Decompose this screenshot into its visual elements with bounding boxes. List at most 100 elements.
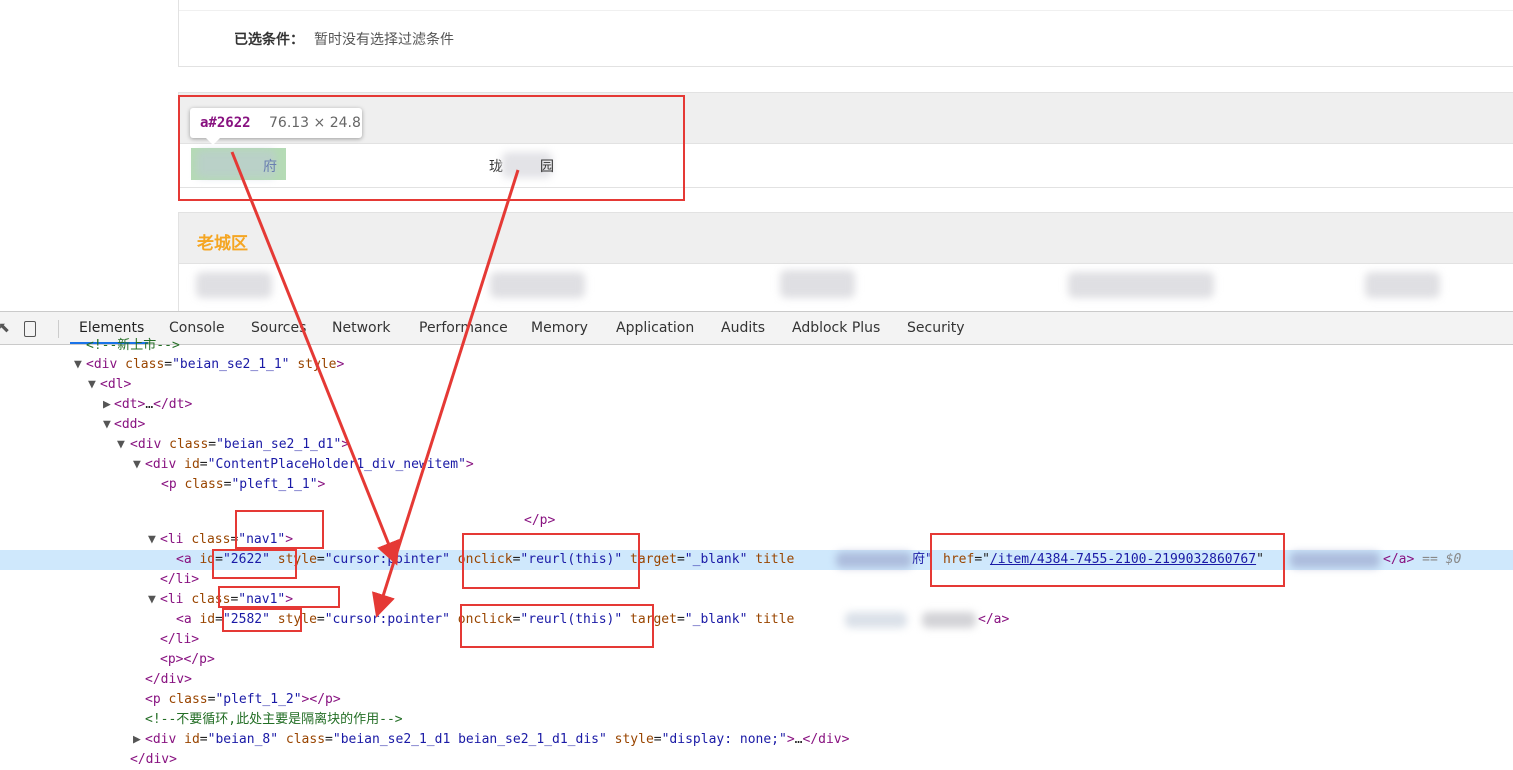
dom-attr: class <box>191 532 231 547</box>
dom-attr: id <box>184 457 200 472</box>
dom-comment: <!--新上市--> <box>86 338 180 353</box>
dom-line[interactable]: </div> <box>0 750 1513 770</box>
dom-line-comment[interactable]: <!--新上市--> <box>0 336 1513 356</box>
tab-performance[interactable]: Performance <box>419 320 508 336</box>
dom-value: "display: none;" <box>661 732 787 747</box>
dom-attr: title <box>755 612 795 627</box>
blurred-text <box>836 552 912 568</box>
dom-value: "beian_8" <box>207 732 279 747</box>
dom-value: "cursor:pointer" <box>324 552 450 567</box>
annotation-box-id <box>222 608 302 632</box>
dom-value: "pleft_1_1" <box>231 477 318 492</box>
dom-tag: li <box>167 592 184 607</box>
dom-tag: </p> <box>524 513 556 528</box>
dom-tag: </div> <box>130 752 177 767</box>
tab-network[interactable]: Network <box>332 320 390 336</box>
expand-triangle-icon[interactable]: ▼ <box>103 415 111 435</box>
filter-label: 已选条件： <box>234 32 304 48</box>
dom-tag: div <box>152 732 177 747</box>
tab-elements[interactable]: Elements <box>79 320 144 336</box>
dom-line[interactable]: ▼ <div class="beian_se2_1_d1"> <box>0 435 1513 455</box>
dom-line[interactable]: </div> <box>0 670 1513 690</box>
expand-triangle-icon[interactable]: ▼ <box>133 455 141 475</box>
blurred-text <box>196 272 272 298</box>
dom-tag: </li> <box>160 572 200 587</box>
dom-line[interactable]: ▼ <dl> <box>0 375 1513 395</box>
dom-line[interactable]: </li> <box>0 630 1513 650</box>
filter-panel: 已选条件： 暂时没有选择过滤条件 <box>178 0 1513 67</box>
dom-attr: class <box>285 732 326 747</box>
tab-application[interactable]: Application <box>616 320 694 336</box>
dom-line[interactable]: ▼ <li class="nav1"> <box>0 530 1513 550</box>
dom-tag: dt <box>168 397 185 412</box>
expand-triangle-icon[interactable]: ▼ <box>117 435 125 455</box>
tab-security[interactable]: Security <box>907 320 965 336</box>
dom-tag: dt <box>121 397 138 412</box>
annotation-box-class <box>235 510 324 549</box>
dom-attr: style <box>614 732 654 747</box>
dom-line[interactable]: </p> <box>0 511 1513 531</box>
blurred-text <box>1365 272 1440 298</box>
dom-tag: </a> <box>1383 552 1415 567</box>
expand-triangle-icon[interactable]: ▼ <box>148 590 156 610</box>
dom-attr: class <box>168 692 208 707</box>
dom-tag: </div> <box>802 732 850 747</box>
blurred-text <box>490 272 585 298</box>
dom-value: "beian_se2_1_d1" <box>216 437 342 452</box>
dom-line[interactable]: ▼ <dd> <box>0 415 1513 435</box>
dom-value: "_blank" <box>684 612 748 627</box>
dom-tag: <p></p> <box>160 652 215 667</box>
dom-tag: dd <box>121 417 138 432</box>
dom-line[interactable]: <p></p> <box>0 650 1513 670</box>
collapse-triangle-icon[interactable]: ▶ <box>103 395 111 415</box>
dom-line[interactable]: <p class="pleft_1_1"> <box>0 475 1513 495</box>
dom-tag: </li> <box>160 632 200 647</box>
dom-tag: p <box>168 477 177 492</box>
tab-console[interactable]: Console <box>169 320 225 336</box>
divider <box>179 10 1513 11</box>
dom-tag: a <box>183 552 192 567</box>
dom-tag: div <box>93 357 118 372</box>
dom-attr: style <box>297 357 337 372</box>
dom-attr: title <box>755 552 795 567</box>
blurred-text <box>1068 272 1214 298</box>
dom-line[interactable]: ▼ <div id="ContentPlaceHolder1_div_newite… <box>0 455 1513 475</box>
expand-triangle-icon[interactable]: ▼ <box>88 375 96 395</box>
dom-value: "ContentPlaceHolder1_div_newitem" <box>207 457 466 472</box>
dom-attr: class <box>125 357 165 372</box>
dom-comment: <!--不要循环,此处主要是隔离块的作用--> <box>145 712 403 727</box>
dom-line[interactable]: <p class="pleft_1_2"></p> <box>0 690 1513 710</box>
dom-attr: class <box>184 477 224 492</box>
dom-line[interactable]: ▶ <dt>…</dt> <box>0 395 1513 415</box>
dom-attr: id <box>199 612 216 627</box>
collapse-triangle-icon[interactable]: ▶ <box>133 730 141 750</box>
dom-value: "pleft_1_2" <box>215 692 302 707</box>
blurred-text <box>845 612 907 628</box>
device-toolbar-icon[interactable] <box>24 321 36 337</box>
inspect-cursor-icon[interactable]: ⬉ <box>0 320 12 336</box>
section-title: 老城区 <box>197 234 248 254</box>
selected-node-marker: == $0 <box>1422 552 1462 567</box>
filter-value: 暂时没有选择过滤条件 <box>314 32 454 48</box>
dom-line[interactable]: ▶ <div id="beian_8" class="beian_se2_1_d1… <box>0 730 1513 750</box>
expand-triangle-icon[interactable]: ▼ <box>148 530 156 550</box>
annotation-box-href <box>930 533 1285 587</box>
dom-tag: a <box>183 612 192 627</box>
dom-tag: div <box>152 457 177 472</box>
annotation-box-onclick <box>460 604 654 648</box>
tab-adblock-plus[interactable]: Adblock Plus <box>792 320 880 336</box>
annotation-box-class <box>218 586 340 608</box>
dom-line[interactable]: ▼ <div class="beian_se2_1_1" style> <box>0 355 1513 375</box>
expand-triangle-icon[interactable]: ▼ <box>74 355 82 375</box>
dom-attr: id <box>184 732 200 747</box>
dom-tag: p <box>152 692 161 707</box>
annotation-box-listing <box>178 95 685 201</box>
dom-value: "beian_se2_1_1" <box>172 357 290 372</box>
dom-tag: p <box>325 692 333 707</box>
tab-memory[interactable]: Memory <box>531 320 588 336</box>
section-header: 老城区 <box>179 213 1513 264</box>
blurred-text <box>1290 552 1380 568</box>
tab-audits[interactable]: Audits <box>721 320 765 336</box>
tab-sources[interactable]: Sources <box>251 320 306 336</box>
dom-line-comment[interactable]: <!--不要循环,此处主要是隔离块的作用--> <box>0 710 1513 730</box>
